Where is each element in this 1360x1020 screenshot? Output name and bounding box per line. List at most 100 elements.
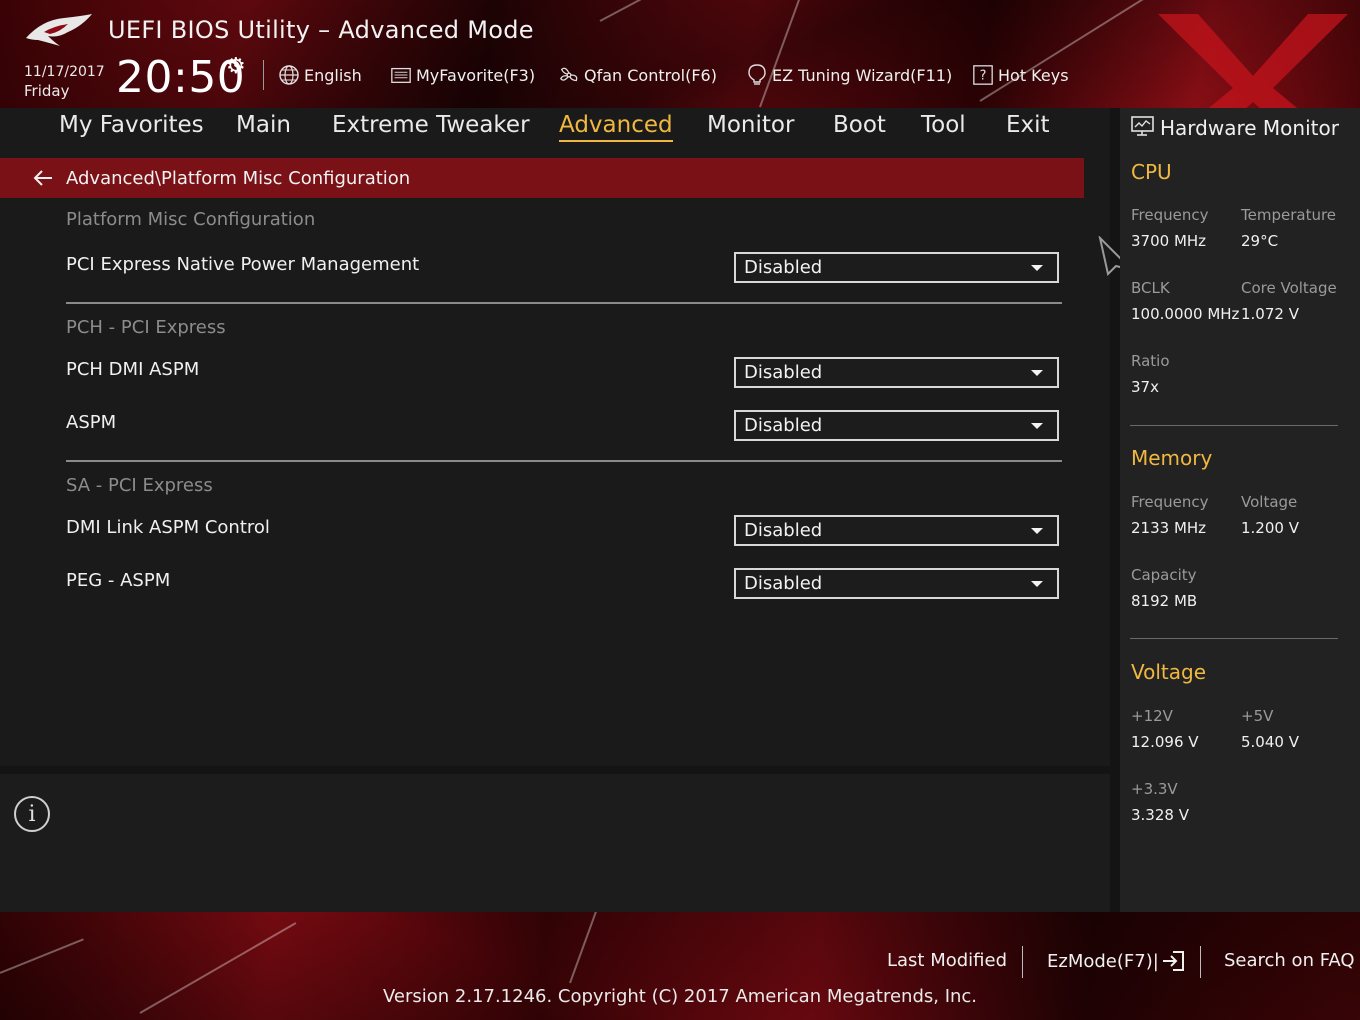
svg-text:?: ? [980, 69, 987, 84]
hw-5v-label: +5V [1241, 707, 1274, 725]
header-bar: UEFI BIOS Utility – Advanced Mode 11/17/… [0, 0, 1360, 108]
dropdown-caret-icon [1031, 369, 1043, 376]
footer-separator [1200, 946, 1201, 978]
help-info-panel: i [0, 774, 1110, 912]
section-title-sa-pcie: SA - PCI Express [66, 475, 213, 496]
tab-extreme-tweaker[interactable]: Extreme Tweaker [332, 112, 530, 140]
rog-logo-icon [26, 14, 92, 46]
hw-section-divider [1130, 638, 1338, 639]
last-modified-button[interactable]: Last Modified [887, 950, 1007, 971]
dropdown-caret-icon [1031, 422, 1043, 429]
dropdown-caret-icon [1031, 580, 1043, 587]
section-title-platform-misc: Platform Misc Configuration [66, 209, 316, 230]
back-arrow-icon[interactable] [32, 166, 56, 190]
dropdown-value: Disabled [744, 415, 823, 436]
section-divider [66, 460, 1062, 462]
hw-cpu-ratio-value: 37x [1131, 378, 1159, 396]
tab-tool[interactable]: Tool [921, 112, 966, 140]
ezmode-label: EzMode(F7)| [1047, 950, 1159, 972]
hardware-monitor-header: Hardware Monitor [1130, 114, 1339, 142]
globe-icon [278, 64, 300, 86]
footer-streak [0, 938, 84, 974]
setting-label-pcie-native-pm: PCI Express Native Power Management [66, 254, 420, 275]
main-tab-bar: My Favorites Main Extreme Tweaker Advanc… [0, 108, 1110, 152]
dropdown-value: Disabled [744, 257, 823, 278]
hw-cpu-heading: CPU [1131, 160, 1172, 184]
hw-3v3-value: 3.328 V [1131, 806, 1189, 824]
app-title: UEFI BIOS Utility – Advanced Mode [108, 16, 534, 44]
tab-exit[interactable]: Exit [1006, 112, 1050, 140]
hw-12v-value: 12.096 V [1131, 733, 1199, 751]
dropdown-caret-icon [1031, 527, 1043, 534]
header-separator [263, 60, 264, 90]
exit-to-ezmode-icon [1161, 950, 1185, 972]
search-on-faq-button[interactable]: Search on FAQ [1224, 950, 1355, 971]
setting-label-dmi-link-aspm: DMI Link ASPM Control [66, 517, 270, 538]
qfan-control-button[interactable]: Qfan Control(F6) [558, 62, 717, 88]
dropdown-pch-dmi-aspm[interactable]: Disabled [734, 357, 1059, 388]
help-question-icon: ? [972, 64, 994, 86]
footer-streak [569, 912, 609, 984]
hw-section-divider [1130, 425, 1338, 426]
info-icon: i [14, 796, 50, 832]
date-text: 11/17/2017 [24, 64, 105, 80]
hw-5v-value: 5.040 V [1241, 733, 1299, 751]
breadcrumb: Advanced\Platform Misc Configuration [66, 167, 411, 189]
hw-cpu-bclk-value: 100.0000 MHz [1131, 305, 1240, 323]
setting-label-peg-aspm: PEG - ASPM [66, 570, 171, 591]
hot-keys-label: Hot Keys [998, 65, 1069, 85]
hw-cpu-frequency-label: Frequency [1131, 206, 1209, 224]
hw-memory-capacity-label: Capacity [1131, 566, 1197, 584]
hot-keys-button[interactable]: ? Hot Keys [972, 62, 1069, 88]
breadcrumb-bar: Advanced\Platform Misc Configuration [0, 158, 1084, 198]
hardware-monitor-title: Hardware Monitor [1160, 116, 1339, 140]
hw-voltage-heading: Voltage [1131, 660, 1207, 684]
hw-memory-heading: Memory [1131, 446, 1213, 470]
tab-monitor[interactable]: Monitor [707, 112, 794, 140]
dropdown-peg-aspm[interactable]: Disabled [734, 568, 1059, 599]
tab-my-favorites[interactable]: My Favorites [59, 112, 204, 140]
ez-tuning-wizard-button[interactable]: EZ Tuning Wizard(F11) [746, 62, 952, 88]
hw-cpu-temperature-value: 29°C [1241, 232, 1279, 250]
section-title-pch-pcie: PCH - PCI Express [66, 317, 226, 338]
hw-memory-frequency-label: Frequency [1131, 493, 1209, 511]
dropdown-pcie-native-pm[interactable]: Disabled [734, 252, 1059, 283]
qfan-label: Qfan Control(F6) [584, 65, 717, 85]
last-modified-label: Last Modified [887, 950, 1008, 971]
hw-cpu-frequency-value: 3700 MHz [1131, 232, 1207, 250]
hardware-monitor-panel: Hardware Monitor CPU Frequency Temperatu… [1120, 108, 1360, 912]
hw-memory-voltage-value: 1.200 V [1241, 519, 1299, 537]
language-button[interactable]: English [278, 62, 362, 88]
hw-12v-label: +12V [1131, 707, 1173, 725]
dropdown-dmi-link-aspm[interactable]: Disabled [734, 515, 1059, 546]
dropdown-aspm[interactable]: Disabled [734, 410, 1059, 441]
hw-memory-voltage-label: Voltage [1241, 493, 1298, 511]
dropdown-value: Disabled [744, 362, 823, 383]
clock-settings-gear-icon[interactable]: ⚙ [226, 54, 246, 79]
monitor-screen-icon [1130, 114, 1156, 142]
hw-cpu-ratio-label: Ratio [1131, 352, 1170, 370]
ezmode-button[interactable]: EzMode(F7)| [1047, 950, 1185, 972]
footer-bar: Last Modified EzMode(F7)| Search on FAQ … [0, 912, 1360, 1020]
settings-content-area: Advanced\Platform Misc Configuration Pla… [0, 152, 1110, 766]
tab-advanced[interactable]: Advanced [559, 112, 673, 142]
tab-boot[interactable]: Boot [833, 112, 886, 140]
hw-cpu-temperature-label: Temperature [1241, 206, 1337, 224]
search-faq-label: Search on FAQ [1224, 950, 1355, 971]
dropdown-value: Disabled [744, 573, 823, 594]
favorite-list-icon [390, 64, 412, 86]
setting-label-aspm: ASPM [66, 412, 117, 433]
lightbulb-icon [746, 64, 768, 86]
day-text: Friday [24, 82, 70, 100]
setting-label-pch-dmi-aspm: PCH DMI ASPM [66, 359, 200, 380]
footer-separator [1022, 946, 1023, 978]
language-label: English [304, 65, 362, 85]
my-favorite-button[interactable]: MyFavorite(F3) [390, 62, 535, 88]
hw-cpu-core-voltage-value: 1.072 V [1241, 305, 1299, 323]
fan-icon [558, 64, 580, 86]
dropdown-value: Disabled [744, 520, 823, 541]
dropdown-caret-icon [1031, 264, 1043, 271]
hw-cpu-bclk-label: BCLK [1131, 279, 1170, 297]
header-streak [759, 0, 802, 108]
tab-main[interactable]: Main [236, 112, 291, 140]
